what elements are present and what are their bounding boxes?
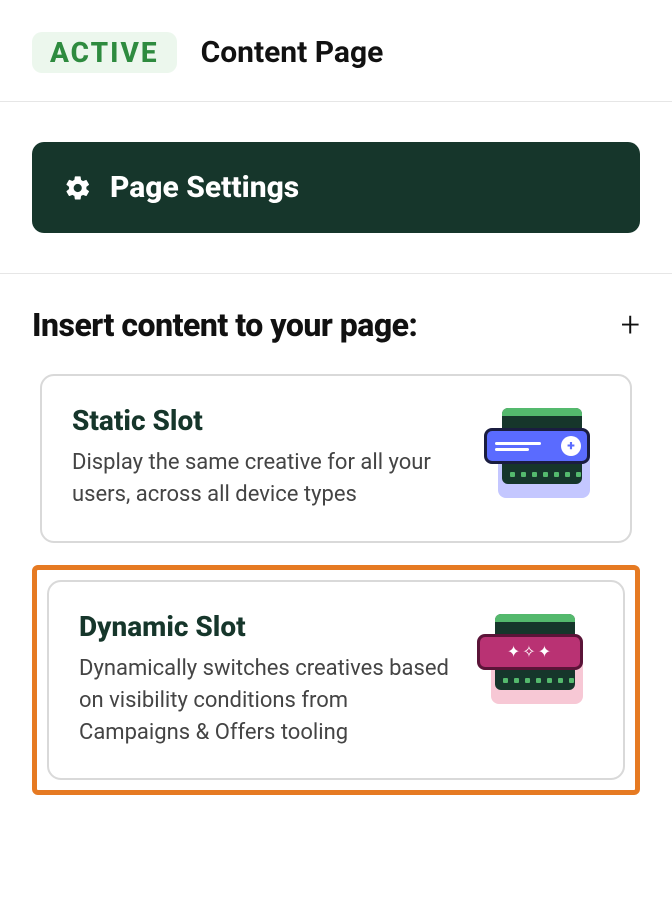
dynamic-slot-icon: ✦✧✦	[473, 610, 593, 710]
dynamic-slot-desc: Dynamically switches creatives based on …	[79, 653, 453, 749]
page-title: Content Page	[201, 35, 384, 70]
static-slot-title: Static Slot	[72, 404, 460, 437]
add-content-button[interactable]: +	[621, 308, 640, 342]
status-badge: ACTIVE	[32, 32, 177, 73]
static-slot-desc: Display the same creative for all your u…	[72, 447, 460, 511]
page-settings-button[interactable]: Page Settings	[32, 142, 640, 233]
page-settings-label: Page Settings	[110, 170, 299, 205]
insert-content-title: Insert content to your page:	[32, 306, 417, 344]
insert-content-header: Insert content to your page: +	[0, 274, 672, 350]
content-options: Static Slot Display the same creative fo…	[0, 350, 672, 827]
gear-icon	[64, 174, 92, 202]
static-slot-option[interactable]: Static Slot Display the same creative fo…	[40, 374, 632, 543]
dynamic-slot-title: Dynamic Slot	[79, 610, 453, 643]
page-header: ACTIVE Content Page	[0, 0, 672, 101]
dynamic-slot-highlight: Dynamic Slot Dynamically switches creati…	[32, 565, 640, 796]
static-slot-icon: +	[480, 404, 600, 504]
dynamic-slot-option[interactable]: Dynamic Slot Dynamically switches creati…	[47, 580, 625, 781]
